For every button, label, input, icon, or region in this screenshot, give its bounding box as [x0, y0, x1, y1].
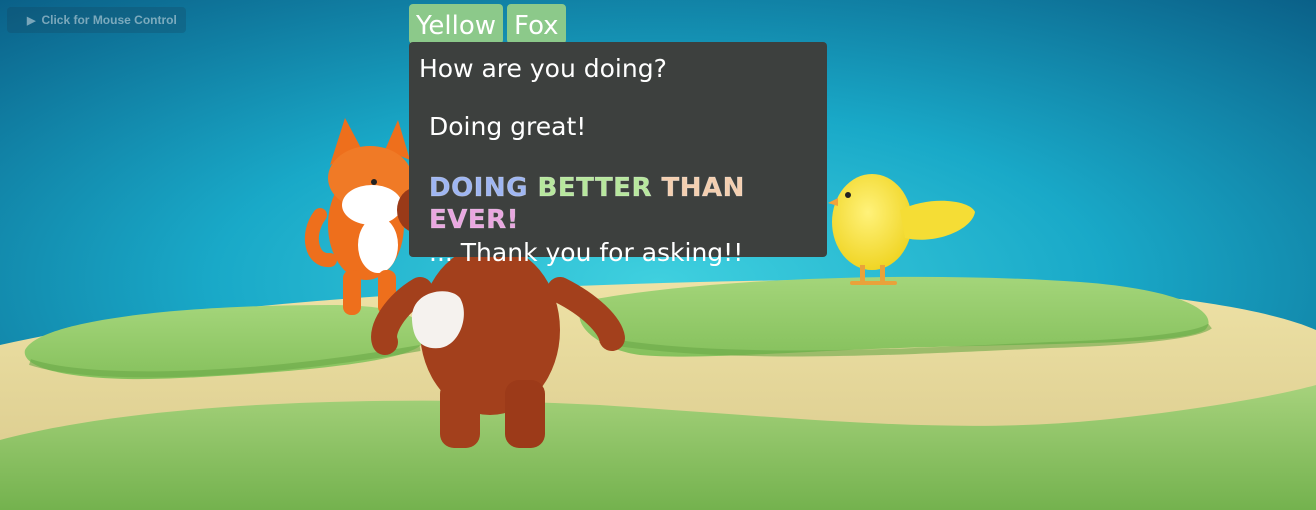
dialog-box: How are you doing? Doing great! DOING BE…	[409, 42, 827, 267]
dialog-question: How are you doing?	[419, 54, 667, 83]
dialog-choice-thank-you[interactable]: ... Thank you for asking!!	[429, 236, 827, 270]
cursor-icon: ▶	[27, 14, 36, 27]
speaker-tags: Yellow Fox	[409, 4, 566, 44]
mouse-control-label: Click for Mouse Control	[41, 13, 177, 27]
speaker-tag-yellow: Yellow	[409, 4, 504, 44]
dialog-choices: Doing great! DOING BETTER THAN EVER! ...…	[429, 110, 827, 270]
mouse-control-button[interactable]: ▶ Click for Mouse Control	[7, 7, 186, 33]
speaker-tag-fox: Fox	[507, 4, 566, 44]
dialog-choice-doing-great[interactable]: Doing great!	[429, 110, 827, 144]
dialog-choice-doing-better[interactable]: DOING BETTER THAN EVER!	[429, 172, 827, 236]
